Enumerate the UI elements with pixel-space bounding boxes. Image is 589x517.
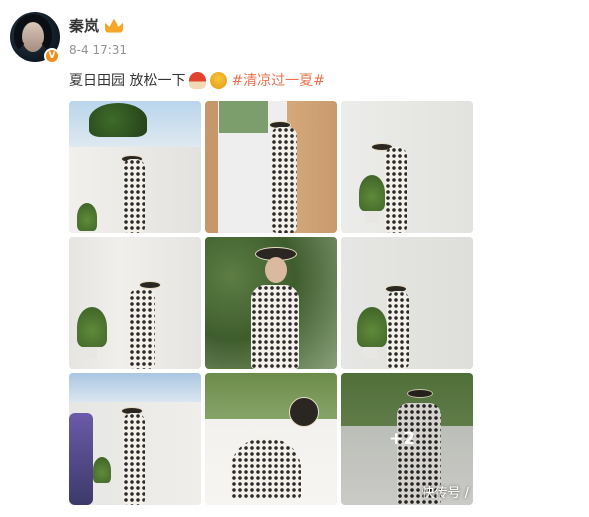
mushroom-emoji-icon	[189, 71, 207, 89]
photo-tile-5[interactable]	[205, 237, 337, 369]
photo-tile-4[interactable]	[69, 237, 201, 369]
avatar-hair	[14, 14, 52, 54]
source-watermark: 快传号 /	[421, 486, 469, 501]
post-text-body: 夏日田园 放松一下	[69, 73, 186, 89]
more-photos-count: +2	[388, 429, 416, 449]
photo-tile-7[interactable]	[69, 373, 201, 505]
photo-tile-9[interactable]: +2 快传号 /	[341, 373, 473, 505]
post-date: 8-4	[69, 43, 89, 57]
verified-badge-icon: V	[44, 48, 60, 64]
crown-icon[interactable]	[105, 18, 124, 33]
photo-tile-8[interactable]	[205, 373, 337, 505]
wink-emoji-icon	[210, 71, 228, 89]
user-name-row: 秦岚	[69, 15, 124, 36]
post-time: 17:31	[92, 43, 128, 57]
photo-tile-2[interactable]	[205, 101, 337, 233]
photo-tile-6[interactable]	[341, 237, 473, 369]
post-text: 夏日田园 放松一下 #清凉过一夏#	[69, 70, 325, 90]
user-name-link[interactable]: 秦岚	[69, 15, 99, 36]
photo-tile-3[interactable]	[341, 101, 473, 233]
hashtag-link[interactable]: #清凉过一夏#	[231, 70, 324, 90]
post-timestamp[interactable]: 8-4 17:31	[69, 43, 127, 57]
photo-tile-1[interactable]	[69, 101, 201, 233]
